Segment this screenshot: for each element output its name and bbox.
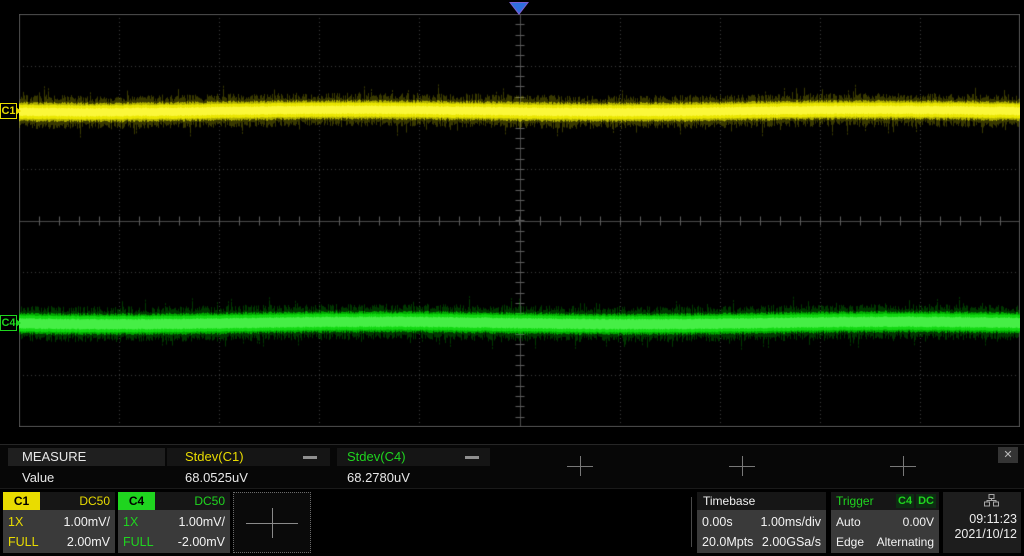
add-measurement-slot[interactable] — [883, 453, 923, 479]
measurement-label: Stdev(C4) — [347, 449, 406, 464]
current-time: 09:11:23 — [943, 512, 1017, 527]
channel-4-offset: -2.00mV — [178, 532, 225, 552]
waveform-display[interactable] — [19, 14, 1020, 427]
measure-title: MEASURE — [8, 448, 165, 466]
channel-4-offset-label[interactable]: C4 — [0, 315, 17, 331]
trigger-position-icon — [511, 3, 527, 13]
channel-1-panel[interactable]: C1 DC50 1X 1.00mV/ FULL 2.00mV — [3, 492, 115, 553]
trigger-title: Trigger — [836, 492, 874, 510]
channel-1-bandwidth: FULL — [8, 532, 39, 552]
measure-bar: MEASURE Stdev(C1) Stdev(C4) Value 68.052… — [0, 444, 1024, 489]
trigger-slope: Alternating — [877, 532, 934, 552]
clock-panel[interactable]: 09:11:23 2021/10/12 — [943, 492, 1021, 553]
channel-4-coupling: DC50 — [155, 492, 230, 510]
channel-1-scale: 1.00mV/ — [63, 512, 110, 532]
timebase-panel[interactable]: Timebase 0.00s 1.00ms/div 20.0Mpts 2.00G… — [697, 492, 826, 553]
measurement-value-c4: 68.2780uV — [337, 469, 410, 486]
trigger-coupling-badge: DC — [916, 494, 936, 508]
channel-4-scale: 1.00mV/ — [178, 512, 225, 532]
divider — [691, 497, 692, 547]
timebase-title: Timebase — [697, 492, 826, 510]
status-bar: C1 DC50 1X 1.00mV/ FULL 2.00mV C4 DC50 — [0, 490, 1024, 556]
trigger-source-badge: C4 — [896, 494, 914, 508]
channel-1-badge[interactable]: C1 — [3, 492, 40, 510]
add-measurement-slot[interactable] — [560, 453, 600, 479]
timebase-delay: 0.00s — [702, 512, 733, 532]
channel-1-attenuation: 1X — [8, 512, 23, 532]
value-row-label: Value — [8, 469, 54, 486]
add-measurement-slot[interactable] — [722, 453, 762, 479]
measurement-label: Stdev(C1) — [185, 449, 244, 464]
measurement-stdev-c1[interactable]: Stdev(C1) — [167, 448, 330, 466]
remove-measurement-icon[interactable] — [465, 456, 479, 459]
trigger-panel[interactable]: Trigger C4 DC Auto 0.00V Edge Alternatin… — [831, 492, 939, 553]
timebase-scale: 1.00ms/div — [761, 512, 821, 532]
channel-4-attenuation: 1X — [123, 512, 138, 532]
add-channel-slot[interactable] — [233, 492, 311, 553]
current-date: 2021/10/12 — [943, 527, 1017, 542]
channel-1-coupling: DC50 — [40, 492, 115, 510]
measurement-value-c1: 68.0525uV — [167, 469, 248, 486]
timebase-memory: 20.0Mpts — [702, 532, 753, 552]
channel-4-badge[interactable]: C4 — [118, 492, 155, 510]
remove-measurement-icon[interactable] — [303, 456, 317, 459]
channel-1-offset-label[interactable]: C1 — [0, 103, 17, 119]
close-icon[interactable]: ✕ — [998, 447, 1018, 463]
measurement-stdev-c4[interactable]: Stdev(C4) — [337, 448, 490, 466]
channel-4-bandwidth: FULL — [123, 532, 154, 552]
trigger-mode: Auto — [836, 512, 861, 532]
trigger-type: Edge — [836, 532, 864, 552]
channel-1-offset: 2.00mV — [67, 532, 110, 552]
channel-4-panel[interactable]: C4 DC50 1X 1.00mV/ FULL -2.00mV — [118, 492, 230, 553]
timebase-sample-rate: 2.00GSa/s — [762, 532, 821, 552]
network-icon — [984, 494, 999, 507]
trigger-level: 0.00V — [903, 512, 934, 532]
oscilloscope-screen: C1 C4 MEASURE Stdev(C1) Stdev(C4) Value … — [0, 0, 1024, 556]
